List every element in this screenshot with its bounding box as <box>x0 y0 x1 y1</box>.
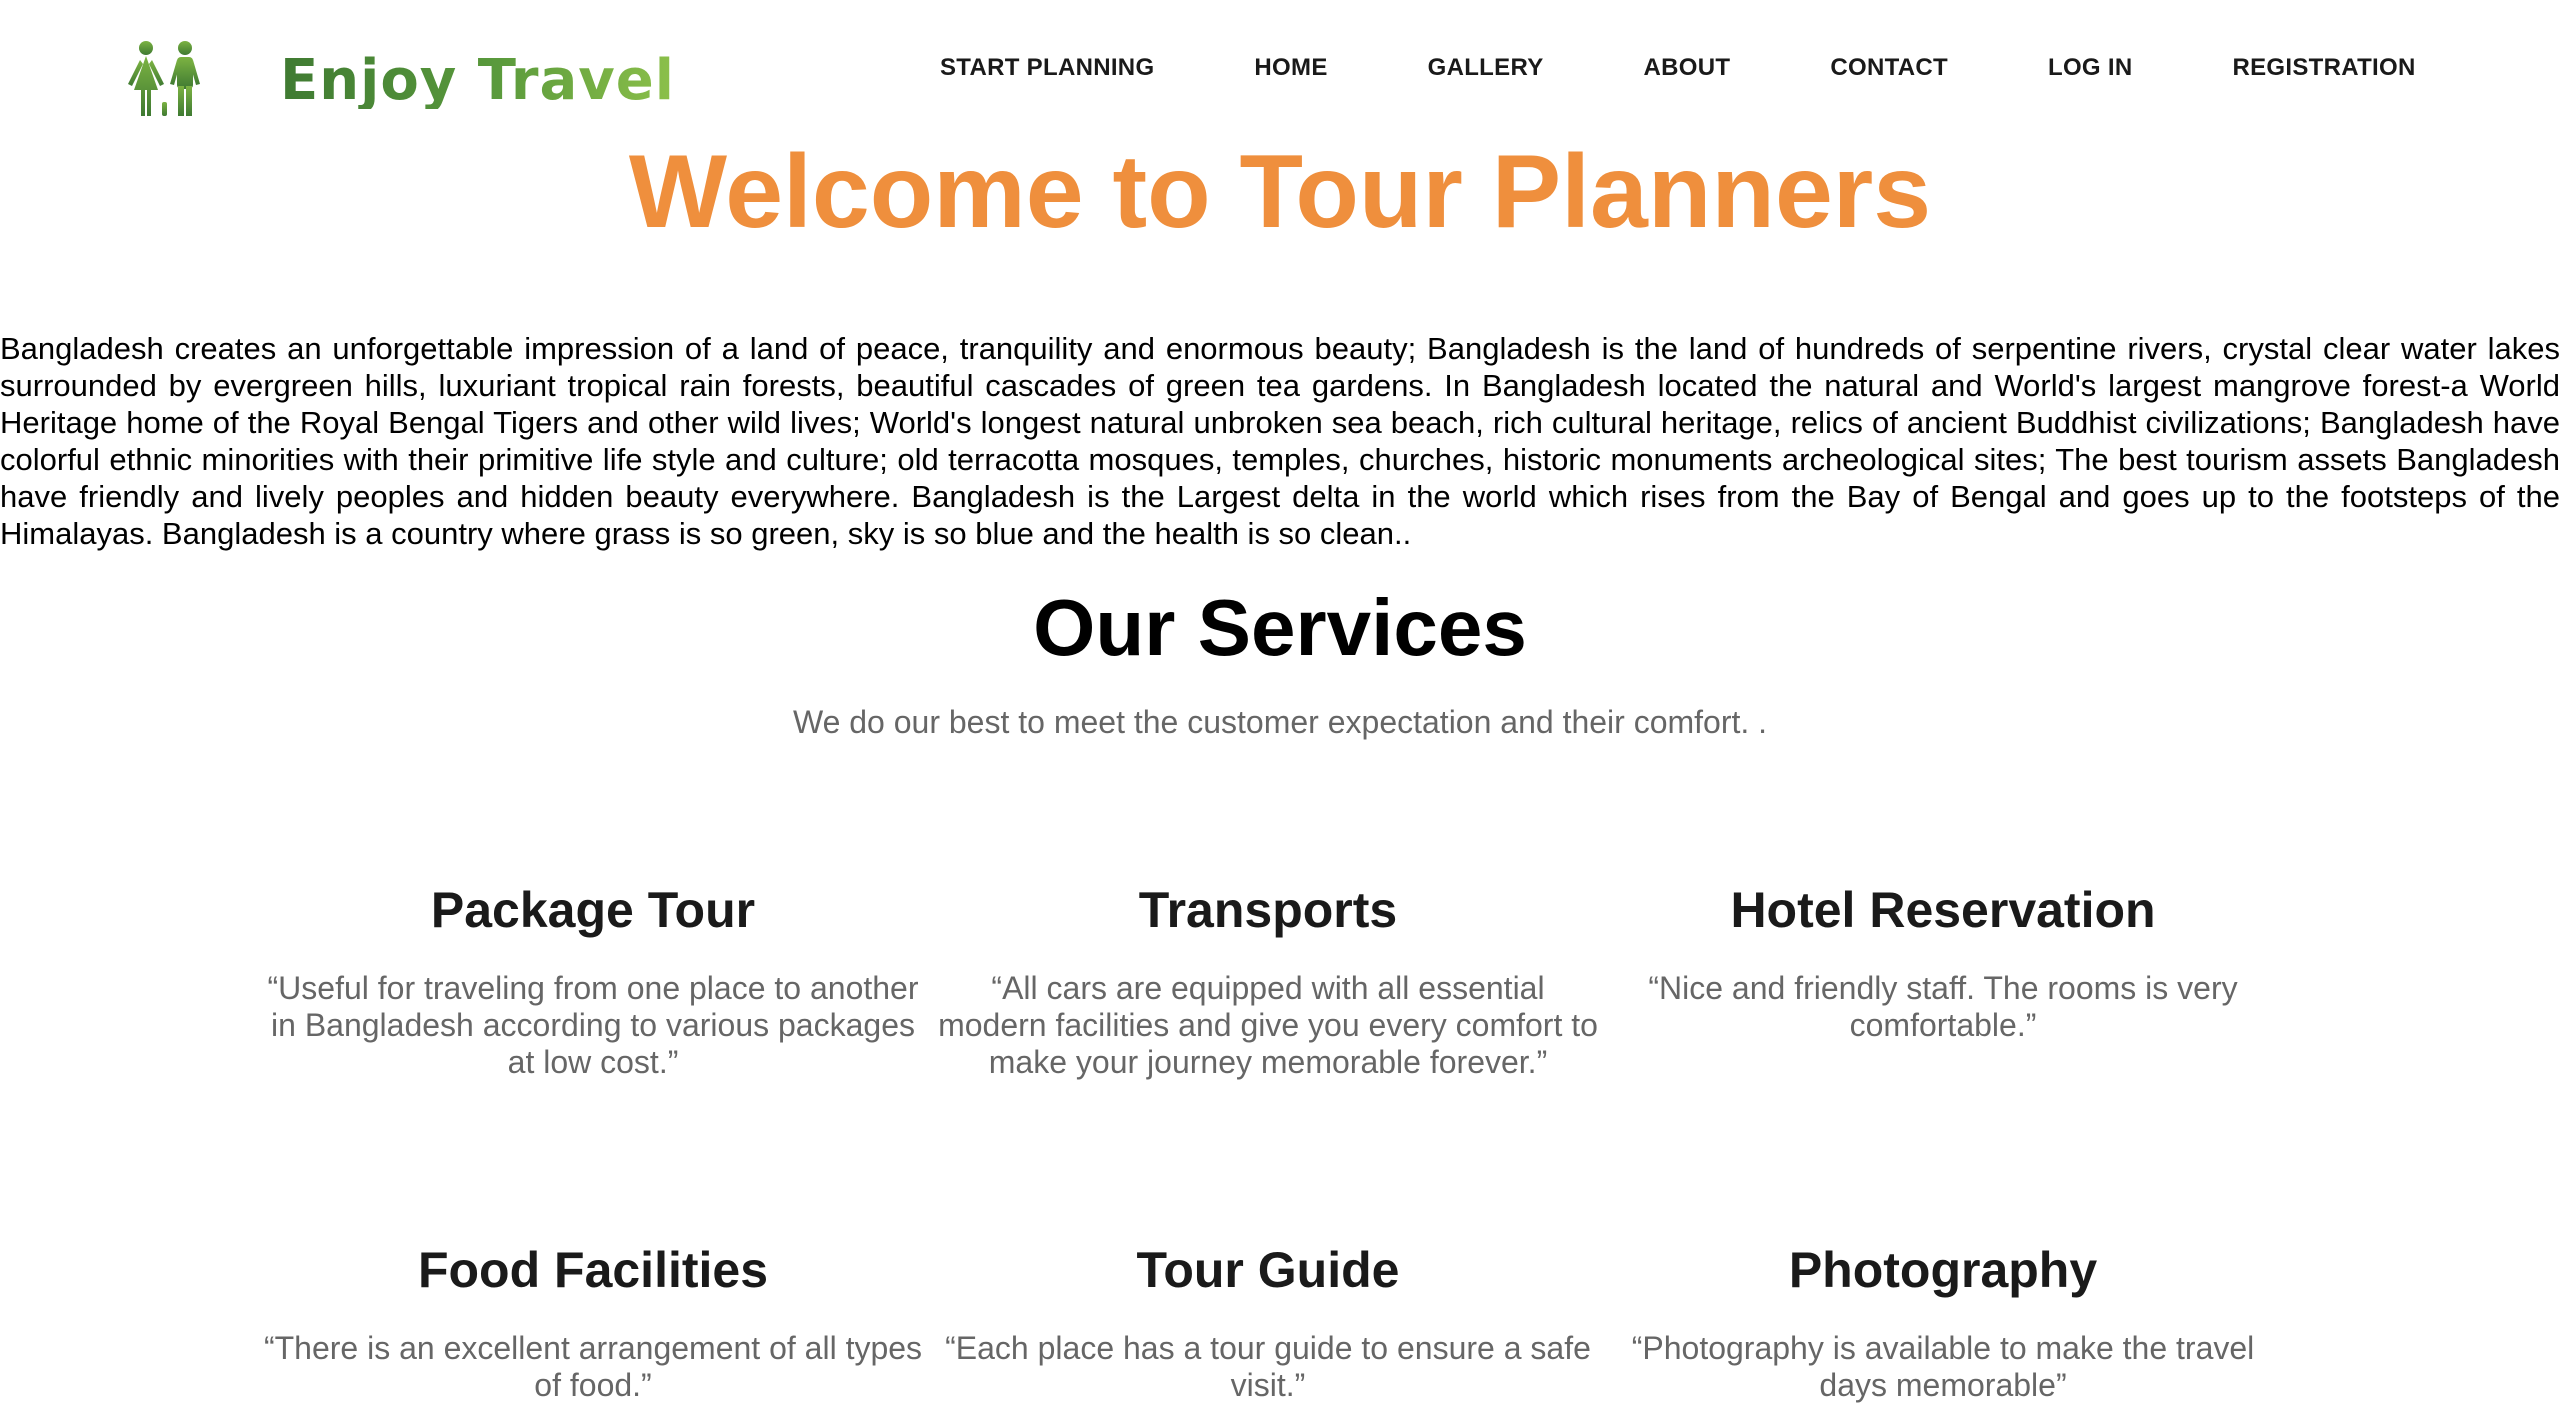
nav-registration[interactable]: REGISTRATION <box>2232 52 2415 84</box>
service-description: “Useful for traveling from one place to … <box>267 970 919 1080</box>
nav-contact[interactable]: CONTACT <box>1830 52 1948 84</box>
service-title: Tour Guide <box>1136 1242 1400 1298</box>
nav-about[interactable]: ABOUT <box>1644 52 1731 84</box>
service-food-facilities: Food Facilities “There is an excellent a… <box>263 1240 923 1404</box>
nav-start-planning[interactable]: START PLANNING <box>940 52 1154 84</box>
page: Enjoy Travel START PLANNING HOME GALLERY… <box>0 0 2560 1426</box>
service-title: Photography <box>1788 1242 2098 1298</box>
service-title: Package Tour <box>430 882 756 938</box>
brand-name: Enjoy Travel <box>280 48 675 113</box>
site-header: Enjoy Travel START PLANNING HOME GALLERY… <box>0 0 2560 140</box>
main-nav: START PLANNING HOME GALLERY ABOUT CONTAC… <box>940 52 2416 84</box>
service-package-tour: Package Tour “Useful for traveling from … <box>263 880 923 1081</box>
service-title: Transports <box>1138 882 1398 938</box>
service-title: Hotel Reservation <box>1730 882 2156 938</box>
brand-logo[interactable]: Enjoy Travel <box>120 36 675 126</box>
nav-log-in[interactable]: LOG IN <box>2048 52 2132 84</box>
service-hotel-reservation: Hotel Reservation “Nice and friendly sta… <box>1613 880 2273 1044</box>
service-description: “There is an excellent arrangement of al… <box>263 1330 923 1403</box>
service-description: “Nice and friendly staff. The rooms is v… <box>1648 970 2238 1043</box>
service-title: Food Facilities <box>417 1242 769 1298</box>
service-tour-guide: Tour Guide “Each place has a tour guide … <box>938 1240 1598 1404</box>
services-subtitle: We do our best to meet the customer expe… <box>792 704 1768 740</box>
service-description: “Each place has a tour guide to ensure a… <box>945 1330 1591 1403</box>
service-description: “Photography is available to make the tr… <box>1631 1330 2255 1403</box>
service-photography: Photography “Photography is available to… <box>1613 1240 2273 1404</box>
nav-gallery[interactable]: GALLERY <box>1428 52 1544 84</box>
intro-paragraph: Bangladesh creates an unforgettable impr… <box>0 331 2560 551</box>
service-transports: Transports “All cars are equipped with a… <box>938 880 1598 1081</box>
two-people-icon <box>128 41 200 116</box>
nav-home[interactable]: HOME <box>1254 52 1327 84</box>
services-heading: Our Services <box>1033 583 1527 672</box>
page-title: Welcome to Tour Planners <box>628 134 1932 250</box>
service-description: “All cars are equipped with all essentia… <box>938 970 1598 1080</box>
